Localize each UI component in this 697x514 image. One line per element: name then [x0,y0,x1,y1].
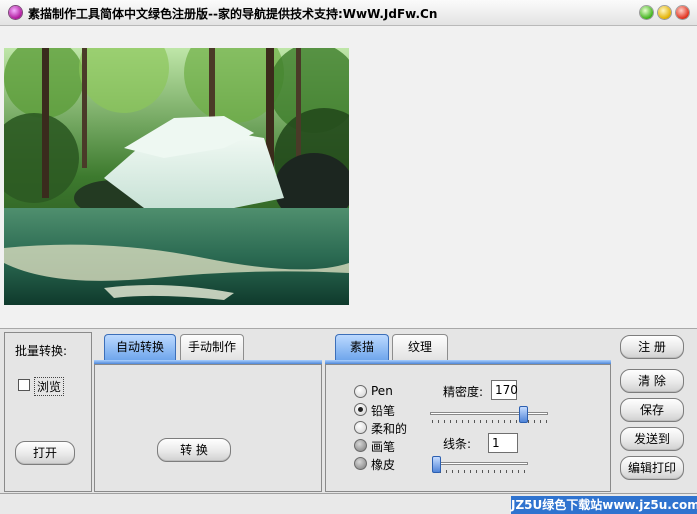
lines-slider-track[interactable] [432,462,528,465]
lines-slider-thumb[interactable] [432,456,441,473]
browse-checkbox[interactable] [18,379,30,391]
density-slider-track[interactable] [430,412,548,415]
edit-print-button[interactable]: 编辑打印 [620,456,684,480]
brush-label: 画笔 [371,440,396,454]
tab-texture[interactable]: 纹理 [392,334,448,360]
batch-title: 批量转换: [15,344,68,358]
pencil-label: 铅笔 [371,404,396,418]
register-button[interactable]: 注 册 [620,335,684,359]
lines-label: 线条: [443,437,472,451]
control-panel: 批量转换: 浏览 打开 自动转换 手动制作 转 换 素描 纹理 Pen 铅笔 柔… [0,328,697,514]
save-button[interactable]: 保存 [620,398,684,422]
browse-label[interactable]: 浏览 [34,377,65,396]
density-ticks [432,420,548,423]
radio-pencil[interactable] [354,403,367,416]
radio-brush[interactable] [354,439,367,452]
maximize-button[interactable] [658,6,671,19]
waterfall-photo [4,48,349,305]
app-icon[interactable] [9,6,22,19]
density-slider-thumb[interactable] [519,406,529,423]
status-bar: JZ5U绿色下载站www.jz5u.com [0,493,697,514]
clear-button[interactable]: 清 除 [620,369,684,393]
close-button[interactable] [676,6,689,19]
density-input[interactable]: 170 [491,380,518,400]
soft-label: 柔和的 [371,422,408,436]
window-title: 素描制作工具简体中文绿色注册版--家的导航提供技术支持:WwW.JdFw.Cn [28,7,438,21]
convert-button[interactable]: 转 换 [157,438,231,462]
eraser-label: 橡皮 [371,458,396,472]
send-to-button[interactable]: 发送到 [620,427,684,451]
radio-eraser[interactable] [354,457,367,470]
open-button[interactable]: 打开 [15,441,75,465]
tab-auto-convert[interactable]: 自动转换 [104,334,176,360]
image-canvas-area [0,26,697,328]
pen-label: Pen [371,384,393,398]
sketch-panel: Pen 铅笔 柔和的 画笔 橡皮 精密度: 170 线条: 1 [325,364,611,492]
density-label: 精密度: [443,385,484,399]
convert-panel: 转 换 [94,364,322,492]
batch-panel: 批量转换: 浏览 打开 [4,332,92,492]
tab-manual[interactable]: 手动制作 [180,334,244,360]
title-bar: 素描制作工具简体中文绿色注册版--家的导航提供技术支持:WwW.JdFw.Cn [0,0,697,26]
tab-sketch[interactable]: 素描 [335,334,389,360]
radio-pen[interactable] [354,385,367,398]
lines-ticks [434,470,528,473]
lines-input[interactable]: 1 [488,433,518,453]
watermark-banner: JZ5U绿色下载站www.jz5u.com [511,496,697,514]
minimize-button[interactable] [640,6,653,19]
radio-soft[interactable] [354,421,367,434]
